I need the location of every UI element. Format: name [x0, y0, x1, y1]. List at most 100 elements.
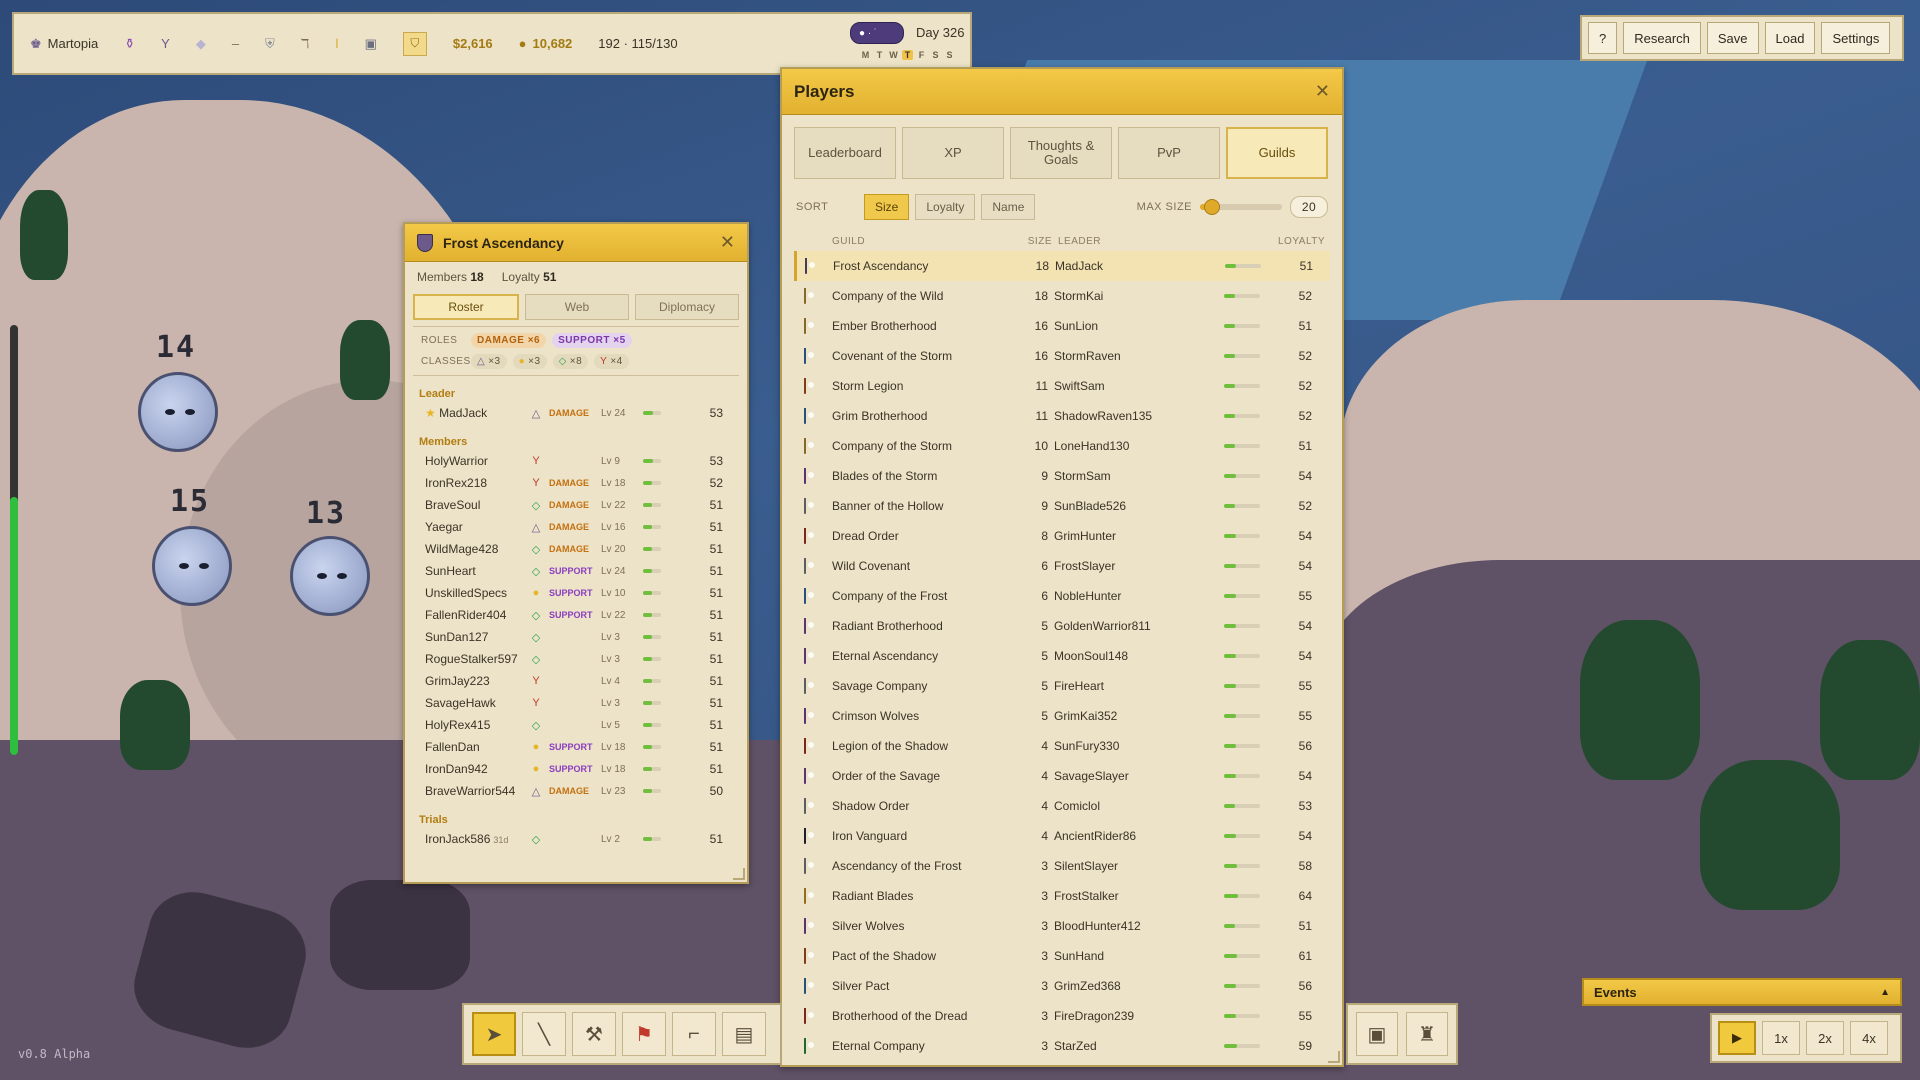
guild-row[interactable]: Eternal Ascendancy 5 MoonSoul148 54: [794, 641, 1330, 671]
guild-leader[interactable]: SunFury330: [1054, 739, 1224, 753]
guild-row[interactable]: Crimson Wolves 5 GrimKai352 55: [794, 701, 1330, 731]
lantern-icon[interactable]: ▣: [365, 36, 377, 52]
torch-icon[interactable]: ǀ: [335, 36, 338, 51]
mob[interactable]: [138, 372, 218, 452]
mob[interactable]: [152, 526, 232, 606]
guild-leader[interactable]: SwiftSam: [1054, 379, 1224, 393]
member-row[interactable]: RogueStalker597 ◇ Lv 3 51: [417, 648, 735, 670]
speed-4x-button[interactable]: 4x: [1850, 1021, 1888, 1055]
guild-row[interactable]: Storm Legion 11 SwiftSam 52: [794, 371, 1330, 401]
guild-leader[interactable]: BloodHunter412: [1054, 919, 1224, 933]
save-button[interactable]: Save: [1706, 22, 1759, 54]
guild-leader[interactable]: FrostStalker: [1054, 889, 1224, 903]
speed-1x-button[interactable]: 1x: [1762, 1021, 1800, 1055]
max-size-slider[interactable]: [1200, 199, 1282, 215]
member-row[interactable]: SunDan127 ◇ Lv 3 51: [417, 626, 735, 648]
settings-button[interactable]: Settings: [1821, 22, 1891, 54]
guild-leader[interactable]: SunBlade526: [1054, 499, 1224, 513]
tab-xp[interactable]: XP: [902, 127, 1004, 179]
guild-leader[interactable]: AncientRider86: [1054, 829, 1224, 843]
guild-leader[interactable]: GrimKai352: [1054, 709, 1224, 723]
guild-row[interactable]: Grim Brotherhood 11 ShadowRaven135 52: [794, 401, 1330, 431]
guild-row[interactable]: Order of the Savage 4 SavageSlayer 54: [794, 761, 1330, 791]
tab-guilds[interactable]: Guilds: [1226, 127, 1328, 179]
resize-handle[interactable]: [1328, 1051, 1340, 1063]
axe-icon[interactable]: ℸ: [301, 36, 309, 52]
guild-leader[interactable]: GrimZed368: [1054, 979, 1224, 993]
guild-row[interactable]: Company of the Frost 6 NobleHunter 55: [794, 581, 1330, 611]
guild-leader[interactable]: MadJack: [1055, 259, 1225, 273]
guild-row[interactable]: Brotherhood of the Dread 3 FireDragon239 55: [794, 1001, 1330, 1031]
tab-pvp[interactable]: PvP: [1118, 127, 1220, 179]
select-tool-button[interactable]: ➤: [472, 1012, 516, 1056]
guild-row[interactable]: Ember Brotherhood 16 SunLion 51: [794, 311, 1330, 341]
guild-row[interactable]: Company of the Wild 18 StormKai 52: [794, 281, 1330, 311]
member-row[interactable]: IronRex218 Y DAMAGE Lv 18 52: [417, 472, 735, 494]
blade-icon[interactable]: –: [232, 36, 239, 51]
events-bar[interactable]: Events ▲: [1582, 978, 1902, 1006]
gem-icon[interactable]: ◆: [196, 36, 206, 52]
member-row[interactable]: Yaegar △ DAMAGE Lv 16 51: [417, 516, 735, 538]
city-name[interactable]: ♚ Martopia: [30, 36, 98, 52]
member-row[interactable]: HolyWarrior Y Lv 9 53: [417, 450, 735, 472]
guild-leader[interactable]: StormSam: [1054, 469, 1224, 483]
member-row[interactable]: GrimJay223 Y Lv 4 51: [417, 670, 735, 692]
member-row[interactable]: FallenRider404 ◇ SUPPORT Lv 22 51: [417, 604, 735, 626]
sort-size-button[interactable]: Size: [864, 194, 910, 220]
guild-row[interactable]: Frost Ascendancy 18 MadJack 51: [794, 251, 1330, 281]
guild-leader[interactable]: FireDragon239: [1054, 1009, 1224, 1023]
lantern-tool-button[interactable]: ▣: [1356, 1012, 1398, 1056]
resize-handle[interactable]: [733, 868, 745, 880]
max-size-input[interactable]: 20: [1290, 196, 1328, 218]
tab-roster[interactable]: Roster: [413, 294, 519, 320]
tower-tool-button[interactable]: ♜: [1406, 1012, 1448, 1056]
guild-leader[interactable]: SavageSlayer: [1054, 769, 1224, 783]
guild-row[interactable]: Wild Covenant 6 FrostSlayer 54: [794, 551, 1330, 581]
header-loyalty[interactable]: LOYALTY: [1278, 236, 1325, 247]
guild-leader[interactable]: SilentSlayer: [1054, 859, 1224, 873]
guild-row[interactable]: Dread Order 8 GrimHunter 54: [794, 521, 1330, 551]
guild-leader[interactable]: FrostSlayer: [1054, 559, 1224, 573]
guild-row[interactable]: Savage Company 5 FireHeart 55: [794, 671, 1330, 701]
load-button[interactable]: Load: [1764, 22, 1816, 54]
guild-leader[interactable]: StarZed: [1054, 1039, 1224, 1053]
guild-leader[interactable]: NobleHunter: [1054, 589, 1224, 603]
guild-row[interactable]: Legion of the Shadow 4 SunFury330 56: [794, 731, 1330, 761]
guild-row[interactable]: Covenant of the Storm 16 StormRaven 52: [794, 341, 1330, 371]
guild-leader[interactable]: GrimHunter: [1054, 529, 1224, 543]
guild-row[interactable]: Shadow Order 4 Comiclol 53: [794, 791, 1330, 821]
help-button[interactable]: ?: [1588, 22, 1618, 54]
guild-row[interactable]: Silver Wolves 3 BloodHunter412 51: [794, 911, 1330, 941]
day-indicator[interactable]: ● · ˙ Day 326 MTWTFSS: [850, 22, 964, 60]
guild-leader[interactable]: FireHeart: [1054, 679, 1224, 693]
tab-leaderboard[interactable]: Leaderboard: [794, 127, 896, 179]
member-row[interactable]: IronJack586 31d ◇ Lv 2 51: [417, 828, 735, 850]
header-size[interactable]: SIZE: [1026, 236, 1058, 247]
mob[interactable]: [290, 536, 370, 616]
tab-web[interactable]: Web: [525, 294, 629, 320]
guild-row[interactable]: Iron Vanguard 4 AncientRider86 54: [794, 821, 1330, 851]
staff-icon[interactable]: Y: [161, 36, 170, 51]
close-icon[interactable]: ✕: [720, 232, 735, 253]
member-row[interactable]: IronDan942 ● SUPPORT Lv 18 51: [417, 758, 735, 780]
guild-leader[interactable]: SunHand: [1054, 949, 1224, 963]
guild-leader[interactable]: GoldenWarrior811: [1054, 619, 1224, 633]
member-row[interactable]: WildMage428 ◇ DAMAGE Lv 20 51: [417, 538, 735, 560]
guild-row[interactable]: Radiant Brotherhood 5 GoldenWarrior811 54: [794, 611, 1330, 641]
potion-icon[interactable]: ⚱: [124, 36, 135, 52]
member-row[interactable]: UnskilledSpecs ● SUPPORT Lv 10 51: [417, 582, 735, 604]
guild-row[interactable]: Silver Pact 3 GrimZed368 56: [794, 971, 1330, 1001]
guild-leader[interactable]: ShadowRaven135: [1054, 409, 1224, 423]
header-guild[interactable]: GUILD: [832, 236, 1026, 247]
guild-row[interactable]: Eternal Company 3 StarZed 59: [794, 1031, 1330, 1061]
member-row[interactable]: BraveWarrior544 △ DAMAGE Lv 23 50: [417, 780, 735, 802]
member-row[interactable]: FallenDan ● SUPPORT Lv 18 51: [417, 736, 735, 758]
chest-tool-button[interactable]: ▤: [722, 1012, 766, 1056]
guild-leader[interactable]: StormKai: [1054, 289, 1224, 303]
tab-diplomacy[interactable]: Diplomacy: [635, 294, 739, 320]
guild-row[interactable]: Pact of the Shadow 3 SunHand 61: [794, 941, 1330, 971]
leader-row[interactable]: ★ MadJack △ DAMAGE Lv 24 53: [417, 402, 735, 424]
players-header[interactable]: Players ✕: [782, 69, 1342, 115]
guild-row[interactable]: Company of the Storm 10 LoneHand130 51: [794, 431, 1330, 461]
path-tool-button[interactable]: ╲: [522, 1012, 566, 1056]
